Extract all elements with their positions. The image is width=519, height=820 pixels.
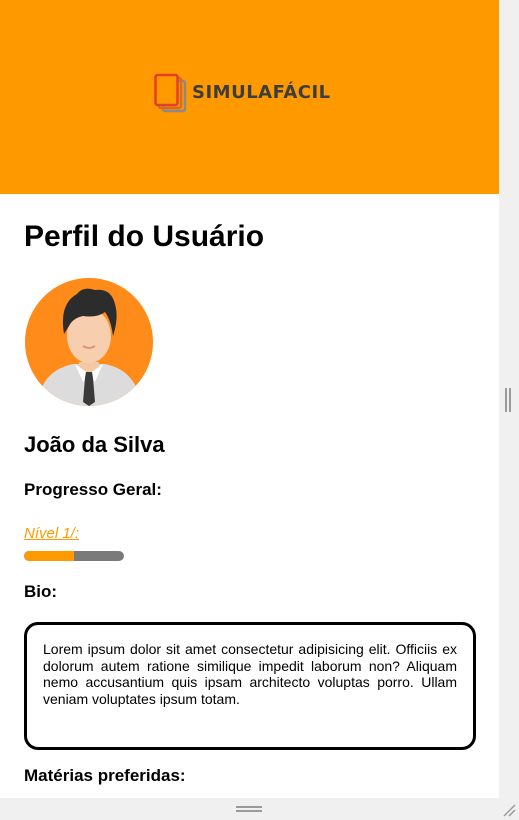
- user-avatar-icon: [25, 278, 153, 406]
- resize-handle-icon[interactable]: [502, 803, 516, 817]
- progress-bar-fill: [24, 551, 74, 561]
- bio-text: Lorem ipsum dolor sit amet consectetur a…: [43, 641, 457, 707]
- vertical-scroll-grip-icon[interactable]: [505, 388, 511, 412]
- header: SIMULAFÁCIL: [0, 0, 499, 194]
- page-title: Perfil do Usuário: [24, 220, 265, 253]
- books-logo-icon: [154, 73, 187, 113]
- user-name: João da Silva: [24, 432, 165, 457]
- page-viewport: SIMULAFÁCIL Perfil do Usuário João da Si…: [0, 0, 499, 798]
- bio-box: Lorem ipsum dolor sit amet consectetur a…: [24, 622, 476, 750]
- favorite-subjects-heading: Matérias preferidas:: [24, 766, 186, 785]
- vertical-scrollbar[interactable]: [499, 0, 519, 798]
- brand-name: SIMULAFÁCIL: [192, 82, 331, 103]
- bio-heading: Bio:: [24, 582, 58, 601]
- horizontal-scroll-grip-icon[interactable]: [236, 806, 262, 812]
- progress-bar: [24, 551, 124, 561]
- horizontal-scrollbar[interactable]: [0, 798, 519, 820]
- avatar: [25, 278, 153, 406]
- level-link[interactable]: Nível 1/:: [24, 525, 79, 542]
- progress-heading: Progresso Geral:: [24, 480, 162, 499]
- brand-logo[interactable]: SIMULAFÁCIL: [154, 73, 331, 113]
